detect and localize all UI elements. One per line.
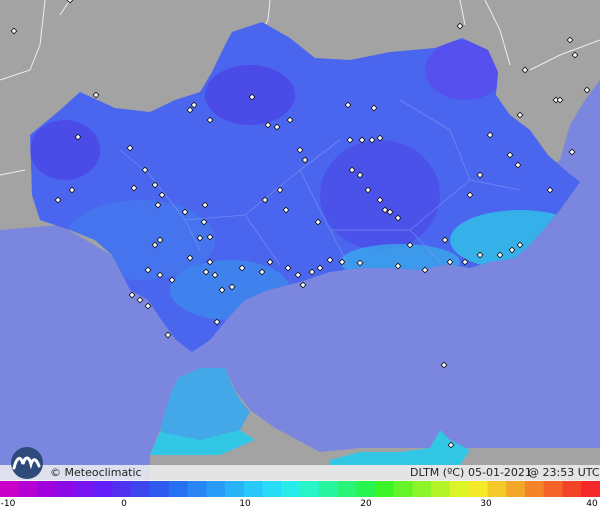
colorbar (0, 481, 600, 497)
scale-tick-label: 30 (480, 499, 492, 509)
colorbar-swatch (562, 481, 582, 497)
credit-label: © Meteoclimatic (50, 466, 142, 479)
colorbar-swatch (18, 481, 39, 497)
colorbar-swatch (243, 481, 264, 497)
meteoclimatic-wave-logo (11, 447, 43, 479)
colorbar-swatch (150, 481, 170, 497)
colorbar-swatch (281, 481, 301, 497)
colorbar-swatch (0, 481, 20, 497)
colorbar-swatch (318, 481, 339, 497)
colorbar-swatch (37, 481, 57, 497)
scale-labels: -10 0 10 20 30 40 (0, 497, 600, 517)
scale-tick-label: -10 (0, 499, 16, 509)
date-label: 05-01-2021 (468, 466, 532, 479)
colorbar-swatch (337, 481, 357, 497)
colorbar-swatch (431, 481, 451, 497)
scale-tick-label: 20 (360, 499, 372, 509)
cold-area (205, 65, 295, 125)
colorbar-swatch (525, 481, 545, 497)
colorbar-swatch (581, 481, 600, 497)
colorbar-swatch (75, 481, 95, 497)
colorbar-swatch (375, 481, 395, 497)
cold-area (30, 120, 100, 180)
colorbar-swatch (187, 481, 207, 497)
scale-tick-label: 0 (121, 499, 127, 509)
colorbar-swatch (356, 481, 376, 497)
colorbar-swatch (93, 481, 114, 497)
colorbar-swatch (168, 481, 189, 497)
time-label: @ 23:53 UTC (528, 466, 600, 479)
scale-tick-label: 40 (586, 499, 598, 509)
colorbar-swatch (393, 481, 414, 497)
colorbar-swatch (300, 481, 320, 497)
colorbar-swatch (225, 481, 245, 497)
scale-tick-label: 10 (239, 499, 251, 509)
colorbar-swatch (262, 481, 282, 497)
colorbar-swatch (112, 481, 132, 497)
colorbar-swatch (412, 481, 432, 497)
cold-area (320, 140, 440, 250)
colorbar-swatch (131, 481, 151, 497)
colorbar-swatch (506, 481, 526, 497)
temperature-map (0, 0, 600, 480)
colorbar-swatch (56, 481, 76, 497)
variable-label: DLTM (ºC) (410, 466, 465, 479)
colorbar-swatch (487, 481, 507, 497)
colorbar-swatch (468, 481, 489, 497)
colorbar-swatch (543, 481, 564, 497)
colorbar-swatch (450, 481, 470, 497)
colorbar-swatch (206, 481, 226, 497)
